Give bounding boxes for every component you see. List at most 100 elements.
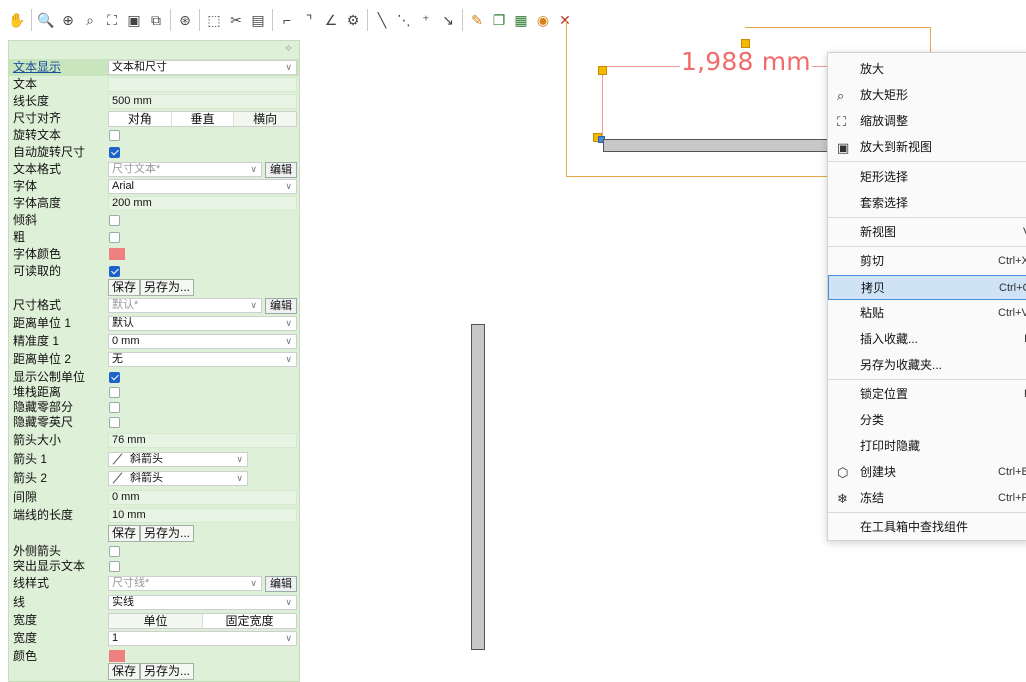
lasso-select-icon[interactable]: ✂ bbox=[225, 8, 247, 32]
zoom-rect-icon[interactable]: ⌕ bbox=[79, 8, 101, 32]
ext-length-input[interactable]: 10 mm bbox=[108, 508, 297, 523]
font-select[interactable]: Arial ∨ bbox=[108, 179, 297, 194]
line-length-input[interactable]: 500 mm bbox=[108, 94, 297, 109]
font-color-swatch[interactable] bbox=[109, 248, 125, 260]
toolbar-divider bbox=[31, 9, 32, 31]
italic-checkbox[interactable] bbox=[109, 215, 120, 226]
align-diagonal-button[interactable]: 对角 bbox=[109, 112, 172, 126]
pan-hand-icon[interactable]: ✋ bbox=[6, 8, 28, 32]
text-format-edit-button[interactable]: 编辑 bbox=[265, 162, 297, 178]
menu-item-save-as-favorite[interactable]: 另存为收藏夹... bbox=[828, 353, 1026, 378]
grip-handle[interactable] bbox=[598, 66, 607, 75]
menu-item-zoom[interactable]: 放大 bbox=[828, 57, 1026, 82]
menu-divider bbox=[828, 512, 1026, 513]
bold-checkbox[interactable] bbox=[109, 232, 120, 243]
menu-item-lock-position[interactable]: 锁定位置L bbox=[828, 382, 1026, 407]
component-icon[interactable]: ◉ bbox=[532, 8, 554, 32]
snap-angle-icon[interactable]: ∠ bbox=[320, 8, 342, 32]
auto-rotate-checkbox[interactable] bbox=[109, 147, 120, 158]
cube-icon: ⬡ bbox=[837, 465, 849, 480]
arrow-size-input[interactable]: 76 mm bbox=[108, 433, 297, 448]
dist-unit-1-select[interactable]: 默认 ∨ bbox=[108, 316, 297, 331]
save-button[interactable]: 保存 bbox=[108, 663, 141, 680]
line-icon[interactable]: ╲ bbox=[371, 8, 393, 32]
line-style-edit-button[interactable]: 编辑 bbox=[265, 576, 297, 592]
hide-zero-ft-checkbox[interactable] bbox=[109, 417, 120, 428]
align-vertical-button[interactable]: 垂直 bbox=[172, 112, 235, 126]
zoom-window-icon[interactable]: ▣ bbox=[123, 8, 145, 32]
zoom-new-view-icon[interactable]: ⧉ bbox=[145, 8, 167, 32]
select-rect-icon[interactable]: ⬚ bbox=[203, 8, 225, 32]
point-line-icon[interactable]: ⁺ bbox=[415, 8, 437, 32]
dist-unit-2-select[interactable]: 无 ∨ bbox=[108, 352, 297, 367]
width-select[interactable]: 1 ∨ bbox=[108, 631, 297, 646]
menu-item-zoom-fit[interactable]: ⛶ 缩放调整 bbox=[828, 109, 1026, 134]
select-filter-icon[interactable]: ▤ bbox=[247, 8, 269, 32]
outer-arrow-checkbox[interactable] bbox=[109, 546, 120, 557]
pin-icon[interactable]: ✧ bbox=[284, 42, 293, 55]
precision-1-select[interactable]: 0 mm ∨ bbox=[108, 334, 297, 349]
font-height-input[interactable]: 200 mm bbox=[108, 196, 297, 211]
stack-dist-checkbox[interactable] bbox=[109, 387, 120, 398]
line-style-select[interactable]: 尺寸线* ∨ bbox=[108, 576, 262, 591]
save-button[interactable]: 保存 bbox=[108, 279, 141, 296]
save-as-button[interactable]: 另存为... bbox=[140, 525, 195, 542]
dimension-label[interactable]: 1,988 mm bbox=[681, 47, 811, 76]
menu-item-paste[interactable]: 粘贴 Ctrl+V bbox=[828, 301, 1026, 326]
line-select[interactable]: 实线 ∨ bbox=[108, 595, 297, 610]
arrow-2-select[interactable]: 斜箭头 ∨ bbox=[108, 471, 248, 486]
snap-corner-icon[interactable]: ⌝ bbox=[298, 8, 320, 32]
menu-label: 在工具箱中查找组件 bbox=[860, 520, 969, 534]
hide-zero-checkbox[interactable] bbox=[109, 402, 120, 413]
dim-format-edit-button[interactable]: 编辑 bbox=[265, 298, 297, 314]
dim-format-select[interactable]: 默认* ∨ bbox=[108, 298, 262, 313]
crosshair-icon[interactable]: ⊛ bbox=[174, 8, 196, 32]
rotate-text-checkbox[interactable] bbox=[109, 130, 120, 141]
save-button[interactable]: 保存 bbox=[108, 525, 141, 542]
prop-label: 宽度 bbox=[13, 613, 38, 627]
group-icon[interactable]: ❐ bbox=[488, 8, 510, 32]
delete-icon[interactable]: ✕ bbox=[554, 8, 576, 32]
width-fixed-button[interactable]: 固定宽度 bbox=[203, 614, 296, 628]
width-unit-button[interactable]: 单位 bbox=[109, 614, 203, 628]
chevron-down-icon: ∨ bbox=[236, 454, 243, 464]
arrow-1-select[interactable]: 斜箭头 ∨ bbox=[108, 452, 248, 467]
highlight-text-checkbox[interactable] bbox=[109, 561, 120, 572]
menu-item-find-in-toolbox[interactable]: 在工具箱中查找组件 bbox=[828, 515, 1026, 540]
prop-highlight-text: 突出显示文本 bbox=[9, 558, 299, 575]
show-metric-checkbox[interactable] bbox=[109, 372, 120, 383]
menu-item-create-block[interactable]: ⬡ 创建块 Ctrl+B bbox=[828, 460, 1026, 485]
menu-item-freeze[interactable]: ❄ 冻结 Ctrl+F bbox=[828, 486, 1026, 511]
layers-icon[interactable]: ▦ bbox=[510, 8, 532, 32]
readable-checkbox[interactable] bbox=[109, 266, 120, 277]
zoom-fit-icon[interactable]: ⛶ bbox=[101, 8, 123, 32]
pencil-icon[interactable]: ✎ bbox=[466, 8, 488, 32]
menu-item-hide-on-print[interactable]: 打印时隐藏 bbox=[828, 434, 1026, 459]
menu-item-insert-favorite[interactable]: 插入收藏... I bbox=[828, 327, 1026, 352]
align-horizontal-button[interactable]: 横向 bbox=[234, 112, 297, 126]
vertical-wall-element[interactable] bbox=[471, 324, 485, 650]
menu-item-new-view[interactable]: 新视图V bbox=[828, 220, 1026, 245]
text-display-select[interactable]: 文本和尺寸 ∨ bbox=[108, 60, 297, 75]
arrow-line-icon[interactable]: ↘ bbox=[437, 8, 459, 32]
menu-item-classify[interactable]: 分类 bbox=[828, 408, 1026, 433]
text-format-select[interactable]: 尺寸文本* ∨ bbox=[108, 162, 262, 177]
menu-item-zoom-new-view[interactable]: ▣ 放大到新视图 bbox=[828, 135, 1026, 160]
snap-settings-icon[interactable]: ⚙ bbox=[342, 8, 364, 32]
dashed-line-icon[interactable]: ⋱ bbox=[393, 8, 415, 32]
gap-input[interactable]: 0 mm bbox=[108, 490, 297, 505]
menu-item-zoom-rect[interactable]: ⌕ 放大矩形 bbox=[828, 83, 1026, 108]
zoom-in-icon[interactable]: ⊕ bbox=[57, 8, 79, 32]
snap-point-icon[interactable]: ⌐ bbox=[276, 8, 298, 32]
zoom-icon[interactable]: 🔍 bbox=[35, 8, 57, 32]
grip-handle[interactable] bbox=[741, 39, 750, 48]
horizontal-wall-element[interactable] bbox=[603, 139, 831, 152]
save-as-button[interactable]: 另存为... bbox=[140, 279, 195, 296]
menu-item-cut[interactable]: 剪切 Ctrl+X bbox=[828, 249, 1026, 274]
text-input[interactable] bbox=[108, 77, 297, 92]
save-as-button[interactable]: 另存为... bbox=[140, 663, 195, 680]
menu-item-lasso-select[interactable]: 套索选择 bbox=[828, 191, 1026, 216]
menu-item-rect-select[interactable]: 矩形选择 bbox=[828, 165, 1026, 190]
menu-item-copy[interactable]: 拷贝 Ctrl+C bbox=[828, 275, 1026, 300]
frame-edge bbox=[566, 176, 828, 177]
